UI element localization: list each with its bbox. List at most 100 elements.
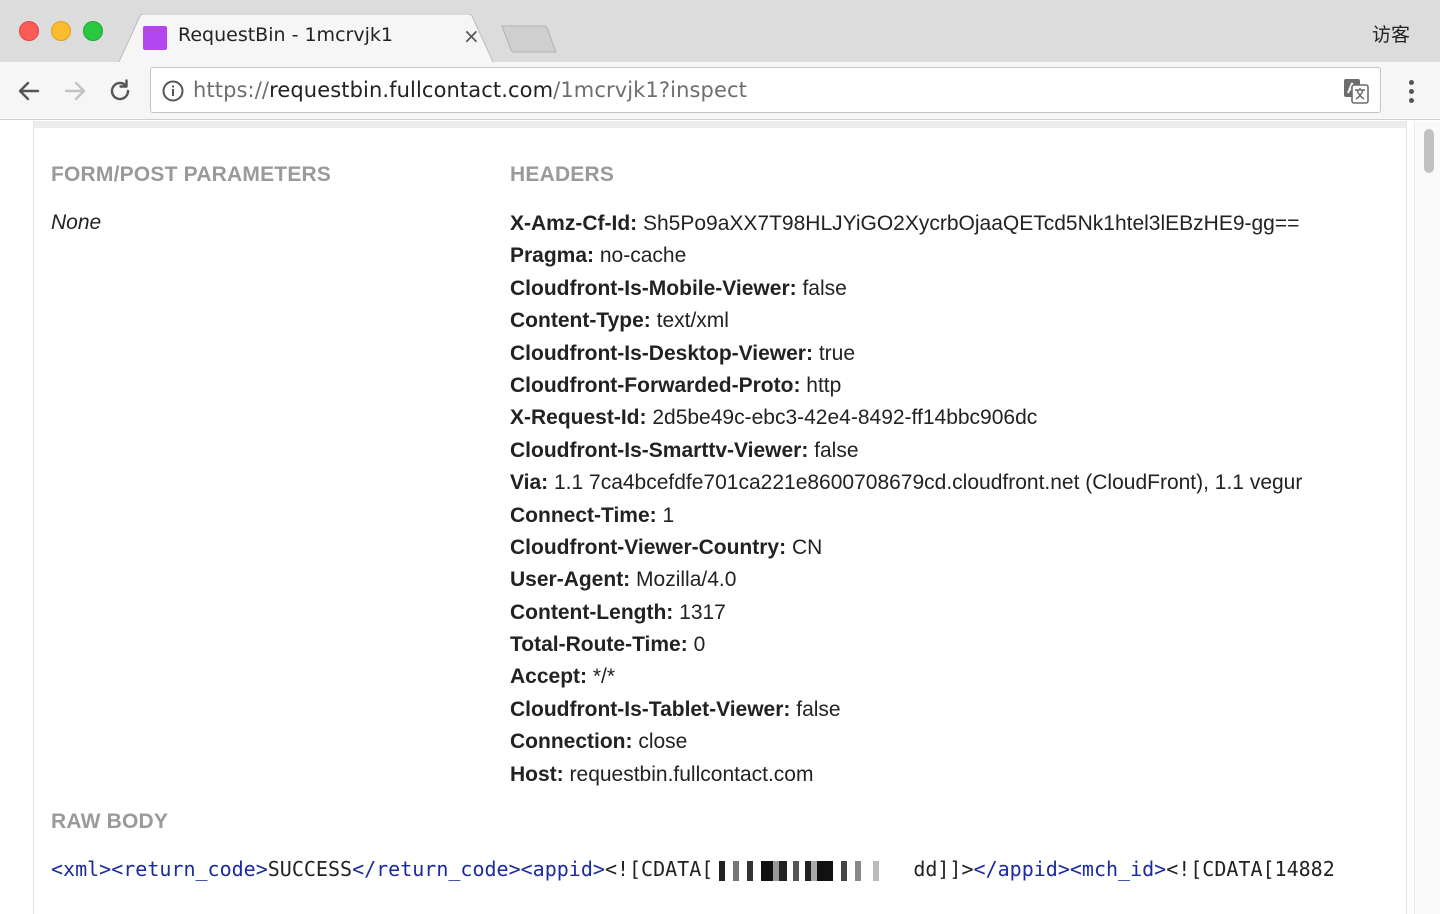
header-key: Pragma:: [510, 244, 595, 268]
header-row: Cloudfront-Forwarded-Proto: http: [510, 370, 1302, 402]
browser-toolbar: https://requestbin.fullcontact.com/1mcrv…: [0, 62, 1440, 120]
profile-label[interactable]: 访客: [1372, 20, 1410, 47]
xml-tag: </return_code>: [352, 857, 521, 881]
header-value: close: [638, 730, 688, 754]
window-titlebar: RequestBin - 1mcrvjk1 × 访客: [0, 0, 1440, 64]
header-key: Connection:: [510, 730, 633, 754]
header-key: Content-Type:: [510, 309, 651, 333]
url-host: requestbin.fullcontact.com: [269, 78, 554, 102]
xml-tag: </appid>: [973, 857, 1070, 881]
raw-body-content: <xml><return_code>SUCCESS</return_code><…: [51, 857, 1335, 881]
xml-text: dd]]>: [913, 857, 974, 881]
zoom-window-button[interactable]: [83, 21, 103, 41]
raw-body-heading: RAW BODY: [51, 810, 169, 833]
header-key: X-Amz-Cf-Id:: [510, 212, 638, 235]
header-row: Via: 1.1 7ca4bcefdfe701ca221e8600708679c…: [510, 467, 1302, 499]
panel-topbar: [34, 121, 1406, 128]
request-panel: FORM/POST PARAMETERS None HEADERS X-Amz-…: [33, 121, 1407, 914]
header-value: */*: [592, 665, 616, 689]
tab-title: RequestBin - 1mcrvjk1: [178, 24, 393, 46]
redacted-mosaic: [713, 860, 914, 881]
header-row: Host: requestbin.fullcontact.com: [510, 759, 1302, 791]
reload-button[interactable]: [105, 76, 135, 106]
header-row: Connection: close: [510, 726, 1302, 758]
header-value: requestbin.fullcontact.com: [569, 762, 814, 786]
header-key: Content-Length:: [510, 600, 674, 624]
url-text[interactable]: https://requestbin.fullcontact.com/1mcrv…: [193, 78, 747, 102]
header-key: Host:: [510, 762, 564, 786]
header-key: Connect-Time:: [510, 503, 657, 527]
xml-text: <![CDATA[14882: [1166, 857, 1335, 881]
url-scheme: https://: [193, 78, 270, 102]
header-key: Accept:: [510, 665, 588, 689]
xml-tag: <appid>: [520, 857, 605, 881]
page-viewport: FORM/POST PARAMETERS None HEADERS X-Amz-…: [0, 121, 1440, 914]
browser-tab-active[interactable]: RequestBin - 1mcrvjk1 ×: [118, 14, 494, 64]
header-value: 0: [693, 633, 706, 657]
vertical-scrollbar[interactable]: [1414, 121, 1440, 914]
xml-text: SUCCESS: [267, 857, 353, 881]
header-value: Sh5Po9aXX7T98HLJYiGO2XycrbOjaaQETcd5Nk1h…: [642, 212, 1300, 235]
new-tab-button[interactable]: [500, 24, 558, 54]
header-row: Accept: */*: [510, 661, 1302, 693]
header-value: CN: [791, 535, 823, 559]
url-path: /1mcrvjk1?inspect: [553, 78, 747, 102]
header-row: Total-Route-Time: 0: [510, 629, 1302, 661]
header-key: Via:: [510, 471, 549, 495]
header-value: no-cache: [599, 244, 687, 268]
header-key: Cloudfront-Viewer-Country:: [510, 535, 787, 559]
xml-tag: <return_code>: [111, 857, 268, 881]
form-params-heading: FORM/POST PARAMETERS: [51, 163, 332, 186]
back-arrow-icon: [18, 81, 40, 101]
minimize-window-button[interactable]: [51, 21, 71, 41]
header-key: User-Agent:: [510, 568, 631, 592]
header-row: Connect-Time: 1: [510, 500, 1302, 532]
kebab-menu-icon[interactable]: [1398, 75, 1424, 107]
xml-tag: <mch_id>: [1069, 857, 1167, 881]
close-window-button[interactable]: [19, 21, 39, 41]
header-row: X-Request-Id: 2d5be49c-ebc3-42e4-8492-ff…: [510, 402, 1302, 434]
form-params-value: None: [51, 211, 102, 234]
header-key: Cloudfront-Is-Mobile-Viewer:: [510, 276, 797, 300]
reload-icon: [110, 79, 130, 101]
header-value: 1: [662, 503, 675, 527]
headers-list: X-Amz-Cf-Id: Sh5Po9aXX7T98HLJYiGO2XycrbO…: [510, 208, 1302, 791]
header-key: Cloudfront-Is-Smarttv-Viewer:: [510, 438, 809, 462]
tab-close-icon[interactable]: ×: [463, 24, 480, 48]
header-value: Mozilla/4.0: [636, 568, 737, 592]
header-row: Pragma: no-cache: [510, 240, 1302, 272]
header-value: 2d5be49c-ebc3-42e4-8492-ff14bbc906dc: [652, 406, 1038, 430]
header-row: Cloudfront-Is-Smarttv-Viewer: false: [510, 435, 1302, 467]
address-bar[interactable]: https://requestbin.fullcontact.com/1mcrv…: [150, 67, 1381, 113]
favicon-icon: [143, 26, 167, 50]
forward-arrow-icon: [64, 81, 86, 101]
header-value: 1.1 7ca4bcefdfe701ca221e8600708679cd.clo…: [553, 471, 1303, 495]
header-row: Cloudfront-Is-Desktop-Viewer: true: [510, 338, 1302, 370]
header-row: Cloudfront-Viewer-Country: CN: [510, 532, 1302, 564]
header-value: text/xml: [656, 309, 729, 333]
translate-icon[interactable]: [1342, 77, 1370, 105]
header-value: 1317: [679, 600, 726, 624]
forward-button[interactable]: [60, 76, 90, 106]
scrollbar-thumb[interactable]: [1424, 129, 1434, 173]
header-value: true: [818, 341, 855, 365]
header-key: Cloudfront-Is-Desktop-Viewer:: [510, 341, 813, 365]
header-key: X-Request-Id:: [510, 406, 647, 430]
header-value: false: [802, 276, 847, 300]
headers-heading: HEADERS: [510, 163, 615, 186]
back-button[interactable]: [14, 76, 44, 106]
header-row: User-Agent: Mozilla/4.0: [510, 564, 1302, 596]
xml-tag: <xml>: [51, 857, 112, 881]
header-row: Cloudfront-Is-Tablet-Viewer: false: [510, 694, 1302, 726]
header-row: Cloudfront-Is-Mobile-Viewer: false: [510, 273, 1302, 305]
header-key: Cloudfront-Forwarded-Proto:: [510, 373, 801, 397]
xml-text: <![CDATA[: [604, 857, 714, 881]
header-value: false: [796, 697, 841, 721]
header-key: Total-Route-Time:: [510, 633, 688, 657]
header-row: Content-Type: text/xml: [510, 305, 1302, 337]
header-key: Cloudfront-Is-Tablet-Viewer:: [510, 697, 791, 721]
header-row: Content-Length: 1317: [510, 597, 1302, 629]
header-value: http: [806, 373, 842, 397]
header-value: false: [814, 438, 859, 462]
info-icon[interactable]: [161, 79, 185, 103]
